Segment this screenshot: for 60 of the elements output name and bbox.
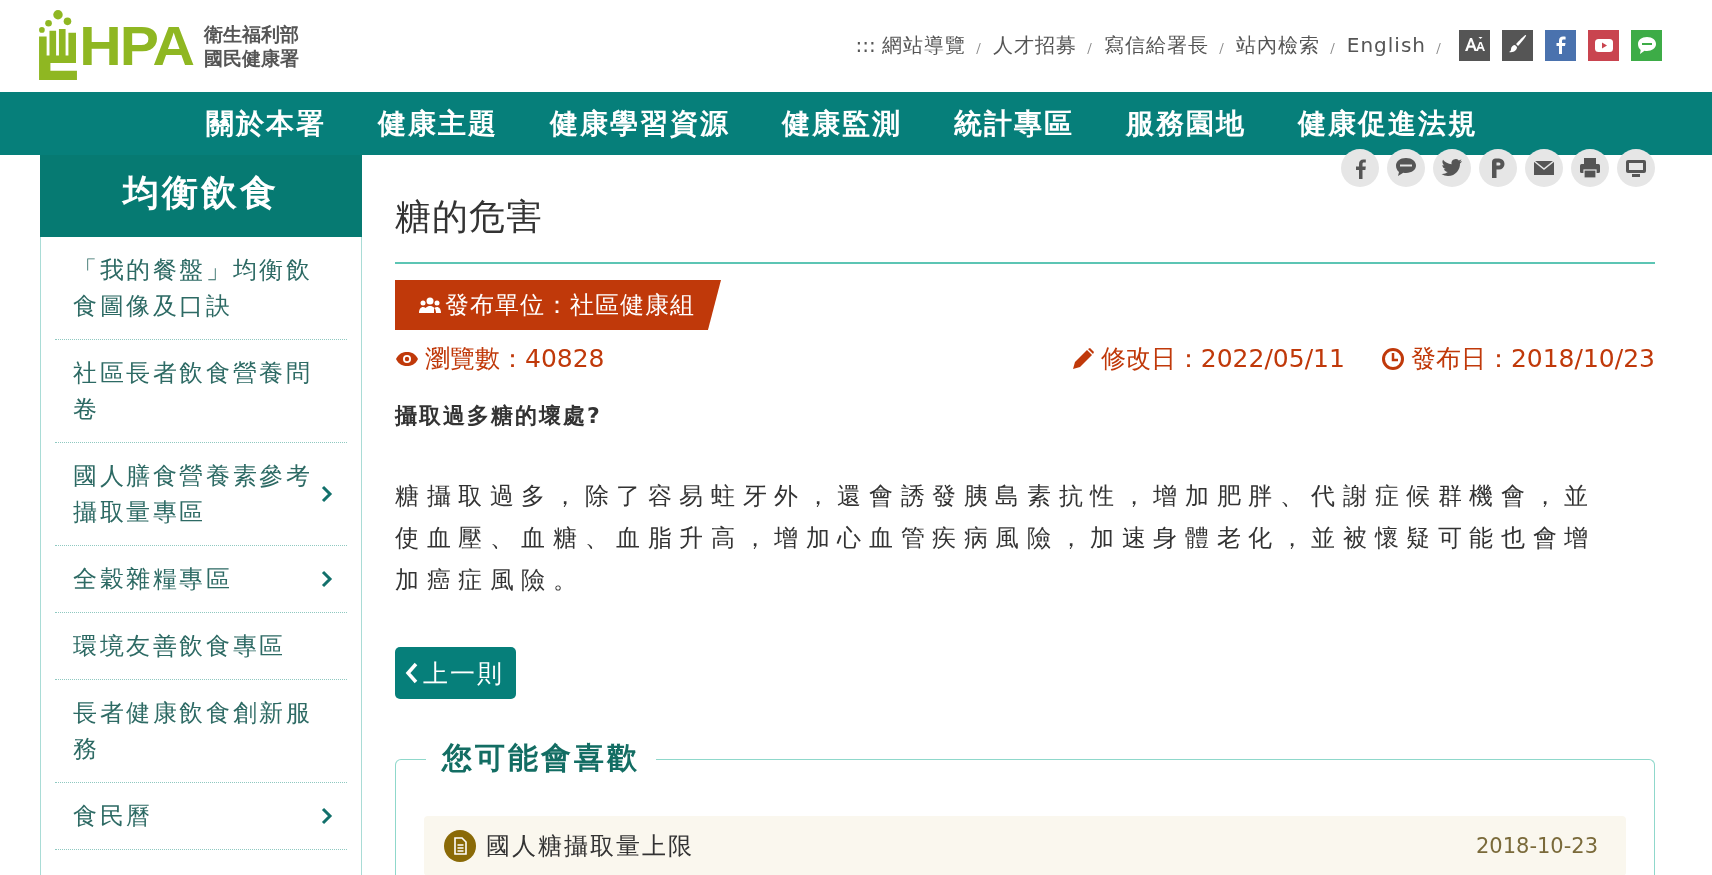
view-count: 瀏覽數：40828 [425, 343, 605, 375]
sidebar-item[interactable]: 環境友善飲食專區 [73, 628, 337, 664]
printer-icon [1579, 157, 1601, 179]
speech-bubble-icon [1395, 157, 1417, 179]
nav-menu-item[interactable]: 關於本署 [206, 104, 326, 143]
sidebar-item[interactable]: 長者健康飲食創新服務 [73, 695, 337, 767]
article-title: 糖的危害 [395, 193, 1655, 264]
previous-button[interactable]: 上一則 [395, 647, 516, 699]
chevron-right-icon [321, 570, 333, 588]
share-button[interactable] [1479, 149, 1517, 187]
share-button[interactable] [1341, 149, 1379, 187]
article-paragraph: 糖攝取過多，除了容易蛀牙外，還會誘發胰島素抗性，增加肥胖、代謝症候群機會，並使血壓、血糖、血脂升高，增加心血管疾病風險，加速身體老化，並被懷疑可能也會增加癌症風險。 [395, 481, 1597, 596]
top-link[interactable]: English [1346, 33, 1426, 57]
related-article-date: 2018-10-23 [1475, 834, 1598, 858]
nav-menu-item[interactable]: 統計專區 [954, 104, 1074, 143]
nav-menu-item[interactable]: 服務園地 [1126, 104, 1246, 143]
chevron-right-icon [321, 807, 333, 825]
related-article-title: 國人糖攝取量上限 [486, 831, 695, 862]
share-button[interactable] [1433, 149, 1471, 187]
clock-icon [1380, 346, 1405, 371]
share-button[interactable] [1617, 149, 1655, 187]
organization-name: 國民健康署 [204, 46, 300, 70]
bird-icon [1441, 157, 1463, 179]
nav-menu-item[interactable]: 健康主題 [378, 104, 498, 143]
hand-logo-icon [38, 10, 78, 82]
font-size-button[interactable] [1459, 29, 1490, 61]
pencil-icon [1070, 346, 1095, 371]
document-icon [444, 830, 476, 862]
social-link-button[interactable] [1545, 29, 1576, 61]
modified-date: 修改日：2022/05/11 [1100, 343, 1345, 375]
eye-icon [395, 350, 419, 367]
sidebar-title: 均衡飲食 [40, 155, 362, 237]
top-link[interactable]: 人才招募 [992, 31, 1077, 59]
theme-button[interactable] [1502, 29, 1533, 61]
nav-menu-item[interactable]: 健康監測 [782, 104, 902, 143]
sidebar-item[interactable]: 「我的餐盤」均衡飲食圖像及口訣 [73, 252, 337, 324]
social-link-button[interactable] [1588, 29, 1619, 61]
nav-menu-item[interactable]: 健康促進法規 [1298, 104, 1478, 143]
sidebar-item[interactable]: 全穀雜糧專區 [73, 561, 337, 597]
top-link[interactable]: 網站導覽 [881, 31, 966, 59]
publisher-text: 發布單位：社區健康組 [445, 290, 695, 321]
social-link-button[interactable] [1631, 29, 1662, 61]
top-link[interactable]: 站內檢索 [1235, 31, 1320, 59]
share-button[interactable] [1387, 149, 1425, 187]
share-button[interactable] [1571, 149, 1609, 187]
chevron-left-icon [405, 662, 419, 684]
people-icon [419, 297, 441, 313]
related-article-item[interactable]: 國人糖攝取量上限 2018-10-23 [424, 816, 1626, 875]
nav-menu-item[interactable]: 健康學習資源 [550, 104, 730, 143]
organization-name: 衛生福利部 [204, 22, 300, 46]
sidebar-item[interactable]: 食民曆 [73, 798, 337, 834]
accesskey-link[interactable]: ::: [855, 33, 876, 57]
published-date: 發布日：2018/10/23 [1410, 343, 1655, 375]
top-link[interactable]: 寫信給署長 [1103, 31, 1209, 59]
sidebar-item[interactable]: 社區長者飲食營養問卷 [73, 355, 337, 427]
sidebar-item[interactable]: 國人膳食營養素參考攝取量專區 [73, 458, 337, 530]
logo-wordmark: HPA [79, 18, 193, 74]
article-subheading: 攝取過多糖的壞處? [395, 402, 603, 430]
share-button[interactable] [1525, 149, 1563, 187]
chevron-right-icon [321, 485, 333, 503]
